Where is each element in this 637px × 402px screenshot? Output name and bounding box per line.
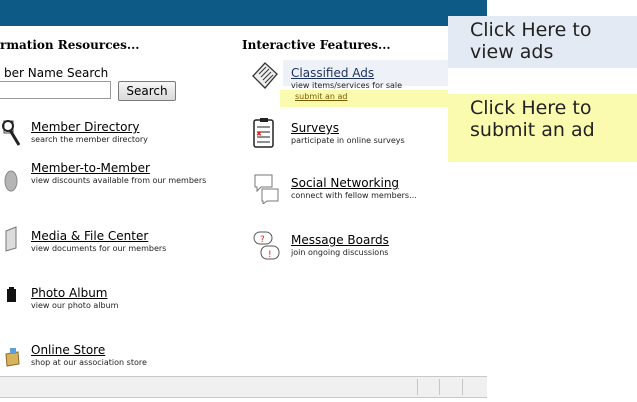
status-bar-divider [417,379,418,395]
member-to-member-link[interactable]: Member-to-Member [31,161,216,175]
survey-clipboard-icon: ✖ [253,118,274,148]
svg-text:✖: ✖ [256,130,262,138]
media-file-center-item[interactable]: Media & File Center view documents for o… [31,229,166,254]
classified-ads-link[interactable]: Classified Ads [291,66,402,80]
message-boards-item[interactable]: Message Boards join ongoing discussions [291,233,389,258]
status-bar-divider [439,379,440,395]
svg-text:?: ? [260,235,265,245]
svg-text:!: ! [268,250,272,260]
submit-ad-callout: Click Here to submit an ad [448,94,637,162]
newspaper-icon [252,62,278,89]
surveys-link[interactable]: Surveys [291,121,405,135]
surveys-item[interactable]: Surveys participate in online surveys [291,121,405,146]
member-name-search-label: ber Name Search [4,66,109,80]
online-store-item[interactable]: Online Store shop at our association sto… [31,343,147,368]
member-name-search-input[interactable] [0,81,111,99]
file-icon [5,226,17,252]
photo-album-link[interactable]: Photo Album [31,286,118,300]
photo-album-desc: view our photo album [31,301,119,310]
classified-ads-item[interactable]: Classified Ads view items/services for s… [291,66,402,101]
status-bar [0,376,487,398]
view-ads-callout: Click Here to view ads [448,16,637,68]
member-directory-link[interactable]: Member Directory [31,120,148,134]
submit-an-ad-link[interactable]: submit an ad [295,92,402,101]
message-boards-link[interactable]: Message Boards [291,233,389,247]
member-directory-item[interactable]: Member Directory search the member direc… [31,120,148,145]
search-button[interactable]: Search [118,81,176,101]
media-file-center-link[interactable]: Media & File Center [31,229,166,243]
social-networking-link[interactable]: Social Networking [291,176,417,190]
information-resources-heading: rmation Resources... [0,38,140,52]
surveys-desc: participate in online surveys [291,136,405,145]
status-bar-divider [462,379,463,395]
online-store-link[interactable]: Online Store [31,343,147,357]
social-networking-item[interactable]: Social Networking connect with fellow me… [291,176,417,201]
online-store-desc: shop at our association store [31,358,147,367]
member-discount-icon [4,170,18,192]
social-networking-desc: connect with fellow members... [291,191,417,200]
photo-album-item[interactable]: Photo Album view our photo album [31,286,118,311]
member-to-member-desc: view discounts available from our member… [31,176,207,185]
message-bubbles-icon: ? ! [253,231,280,260]
member-to-member-item[interactable]: Member-to-Member view discounts availabl… [31,161,216,186]
classified-ads-desc: view items/services for sale [291,81,403,90]
media-file-center-desc: view documents for our members [31,244,167,253]
directory-icon [2,120,21,146]
store-icon [5,348,20,367]
message-boards-desc: join ongoing discussions [291,248,389,257]
interactive-features-heading: Interactive Features... [242,38,391,52]
photo-icon [7,287,16,302]
top-banner [0,0,487,26]
speech-bubbles-icon [254,174,279,204]
member-directory-desc: search the member directory [31,135,148,144]
